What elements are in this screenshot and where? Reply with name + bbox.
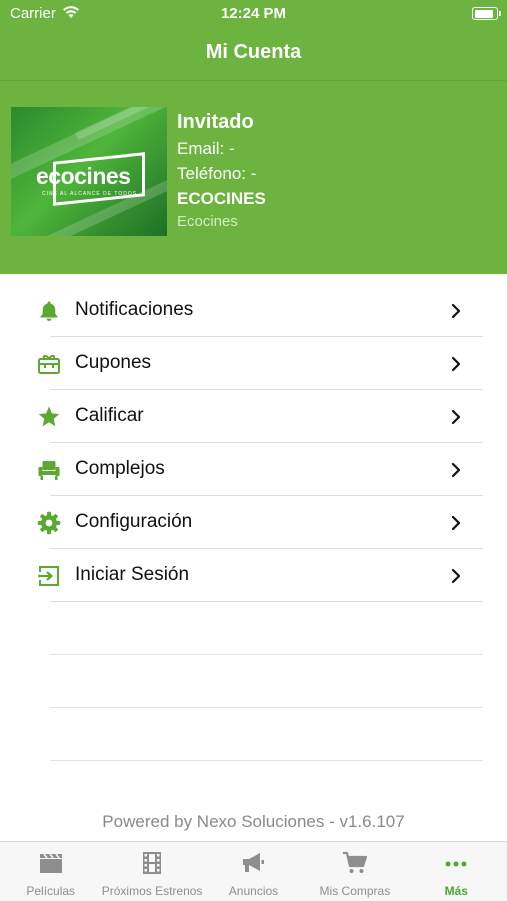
user-name: Invitado: [177, 111, 254, 133]
menu-item-label: Cupones: [75, 352, 152, 373]
status-bar: Carrier 12:24 PM: [0, 0, 507, 28]
navigation-bar: Mi Cuenta: [0, 28, 507, 81]
film-strip-icon: [143, 852, 162, 874]
account-menu: Notificaciones Cupones Calificar Complej…: [0, 284, 507, 761]
tab-peliculas[interactable]: Películas: [0, 842, 101, 901]
chevron-right-icon: [451, 568, 461, 584]
menu-item-calificar[interactable]: Calificar: [0, 390, 507, 443]
tab-label: Anuncios: [228, 884, 279, 898]
tab-label: Más: [444, 884, 468, 898]
menu-item-cupones[interactable]: Cupones: [0, 337, 507, 390]
clock: 12:24 PM: [220, 5, 287, 22]
user-email: Email: -: [177, 139, 235, 158]
menu-item-configuracion[interactable]: Configuración: [0, 496, 507, 549]
chevron-right-icon: [451, 303, 461, 319]
empty-row: [0, 708, 507, 761]
chevron-right-icon: [451, 409, 461, 425]
sign-in-icon: [38, 566, 59, 586]
more-dots-icon: [445, 861, 467, 867]
battery-icon: [472, 7, 501, 20]
profile-header: ecocines CINE AL ALCANCE DE TODOS Invita…: [0, 81, 507, 274]
menu-item-label: Iniciar Sesión: [75, 564, 190, 585]
page-title: Mi Cuenta: [205, 41, 302, 63]
bell-icon: [40, 301, 58, 321]
clapperboard-icon: [39, 853, 62, 873]
menu-item-complejos[interactable]: Complejos: [0, 443, 507, 496]
powered-by-text: Powered by Nexo Soluciones - v1.6.107: [102, 812, 405, 831]
company-name: ECOCINES: [177, 189, 266, 208]
star-icon: [38, 406, 60, 427]
ecocines-logo: ecocines CINE AL ALCANCE DE TODOS: [11, 107, 167, 236]
menu-item-label: Notificaciones: [75, 299, 194, 320]
cart-icon: [342, 851, 367, 873]
tab-bar: Películas Próximos Estrenos Anuncios Mis…: [0, 841, 507, 901]
gear-icon: [37, 511, 61, 535]
gift-icon: [38, 355, 60, 374]
menu-item-notificaciones[interactable]: Notificaciones: [0, 284, 507, 337]
empty-row: [0, 655, 507, 708]
user-phone: Teléfono: -: [177, 164, 257, 183]
tab-anuncios[interactable]: Anuncios: [203, 842, 304, 901]
armchair-icon: [38, 461, 60, 480]
tab-label: Mis Compras: [319, 884, 391, 898]
logo-wordmark: ecocines: [36, 163, 131, 189]
tab-proximos-estrenos[interactable]: Próximos Estrenos: [101, 842, 202, 901]
chevron-right-icon: [451, 462, 461, 478]
menu-item-label: Configuración: [75, 511, 193, 532]
menu-item-label: Calificar: [75, 405, 144, 426]
chevron-right-icon: [451, 515, 461, 531]
menu-item-iniciar-sesion[interactable]: Iniciar Sesión: [0, 549, 507, 602]
menu-item-label: Complejos: [75, 458, 165, 479]
tab-label: Próximos Estrenos: [101, 884, 203, 898]
chevron-right-icon: [451, 356, 461, 372]
tab-label: Películas: [26, 884, 76, 898]
tab-mas[interactable]: Más: [406, 842, 507, 901]
profile-info: Invitado Email: - Teléfono: - ECOCINES E…: [177, 111, 266, 230]
empty-row: [0, 602, 507, 655]
tab-mis-compras[interactable]: Mis Compras: [304, 842, 405, 901]
logo-tagline: CINE AL ALCANCE DE TODOS: [42, 191, 138, 197]
company-subtitle: Ecocines: [177, 213, 238, 230]
megaphone-icon: [243, 853, 265, 872]
